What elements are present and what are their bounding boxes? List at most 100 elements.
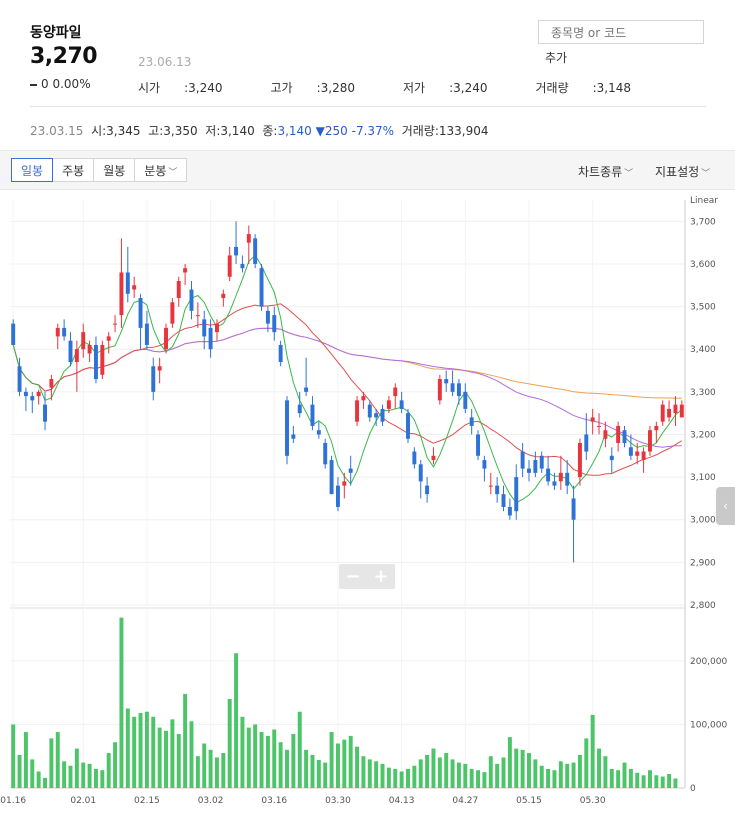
- x-tick-label: 04.13: [389, 796, 415, 806]
- period-tabs: 일봉 주봉 월봉 분봉 ﹀: [11, 158, 188, 182]
- volume-bar: [667, 774, 672, 788]
- volume-bar: [546, 768, 551, 788]
- candle-body: [584, 434, 589, 452]
- candle-body: [151, 366, 156, 392]
- volume-bar: [412, 765, 417, 788]
- chart-type-menu[interactable]: 차트종류 ﹀: [578, 163, 633, 180]
- stock-search-input[interactable]: [549, 22, 703, 44]
- candle-body: [660, 404, 665, 422]
- candle-body: [49, 379, 54, 388]
- volume-bar: [501, 757, 506, 788]
- candle-body: [571, 498, 576, 520]
- zoom-out-button[interactable]: −: [339, 564, 367, 589]
- volume-bar: [106, 753, 111, 788]
- volume-bar: [234, 653, 239, 788]
- volume-bar: [310, 754, 315, 788]
- volume-bar: [495, 763, 500, 788]
- volume-quote: 거래량:3,148: [535, 81, 632, 95]
- candle-body: [62, 327, 67, 337]
- price-tick-label: 3,200: [690, 430, 716, 440]
- volume-bar: [93, 768, 98, 788]
- volume-bar: [393, 768, 398, 788]
- add-stock-link[interactable]: 추가: [545, 49, 567, 66]
- volume-bar: [520, 749, 525, 788]
- tab-weekly[interactable]: 주봉: [52, 158, 95, 182]
- volume-bar: [17, 754, 22, 788]
- volume-bar: [208, 749, 213, 788]
- candle-body: [227, 255, 232, 277]
- candle-body: [386, 400, 391, 409]
- volume-bar: [425, 754, 430, 788]
- candle-body: [240, 263, 245, 269]
- candle-body: [507, 506, 512, 516]
- volume-bar: [482, 772, 487, 788]
- tab-minute[interactable]: 분봉 ﹀: [134, 158, 188, 182]
- candle-body: [304, 387, 309, 392]
- candle-body: [221, 293, 226, 299]
- price-tick-label: 3,400: [690, 345, 716, 355]
- tab-daily[interactable]: 일봉: [11, 158, 54, 182]
- candle-body: [380, 408, 385, 422]
- volume-bar: [11, 724, 16, 788]
- candle-body: [132, 285, 137, 290]
- scale-label: Linear: [690, 196, 718, 206]
- tab-monthly[interactable]: 월봉: [93, 158, 136, 182]
- candle-body: [11, 323, 16, 345]
- candle-body: [450, 383, 455, 392]
- volume-bar: [43, 777, 47, 788]
- stock-search-box[interactable]: [538, 20, 704, 44]
- candle-body: [259, 268, 264, 307]
- volume-bar: [514, 748, 519, 788]
- volume-bar: [616, 770, 621, 788]
- zoom-in-button[interactable]: +: [367, 564, 395, 589]
- volume-bar: [119, 617, 124, 788]
- candle-body: [291, 434, 296, 439]
- x-tick-label: 03.30: [325, 796, 351, 806]
- hover-candle-info: 23.03.15 시:3,345 고:3,350 저:3,140 종:3,140…: [30, 124, 489, 138]
- candle-body: [310, 404, 315, 426]
- volume-bar: [673, 778, 678, 788]
- volume-bar: [431, 748, 436, 788]
- x-tick-label: 03.02: [198, 796, 224, 806]
- volume-bar: [488, 756, 493, 788]
- volume-bar: [609, 768, 614, 788]
- volume-bar: [571, 762, 576, 788]
- candle-body: [183, 268, 188, 273]
- volume-bar: [151, 716, 156, 788]
- x-tick-label: 02.15: [134, 796, 160, 806]
- volume-bar: [221, 753, 226, 788]
- candle-body: [622, 430, 627, 443]
- price-tick-label: 3,300: [690, 388, 716, 398]
- volume-bar: [240, 716, 245, 788]
- candle-body: [93, 344, 98, 380]
- candle-body: [361, 396, 366, 401]
- candle-body: [590, 417, 595, 422]
- candle-body: [533, 460, 538, 473]
- candle-body: [144, 323, 149, 345]
- candle-body: [431, 455, 436, 461]
- volume-bar: [533, 759, 538, 788]
- stock-chart[interactable]: 2,800 2,900 3,000 3,100 3,200 3,300 3,400 3,500…: [0, 190, 735, 814]
- candle-body: [278, 344, 283, 362]
- volume-bar: [361, 756, 366, 788]
- volume-bar: [648, 770, 652, 788]
- volume-bar: [507, 737, 512, 788]
- candle-body: [367, 404, 372, 418]
- candle-body: [17, 366, 22, 392]
- candle-body: [437, 379, 442, 401]
- candle-body: [214, 323, 219, 333]
- volume-bar: [125, 708, 130, 788]
- volume-bar: [399, 771, 404, 788]
- candle-body: [297, 404, 302, 414]
- candle-body: [164, 327, 168, 350]
- indicator-settings-menu[interactable]: 지표설정 ﹀: [655, 163, 710, 180]
- volume-bar: [527, 753, 531, 788]
- volume-bar: [23, 732, 28, 788]
- volume-bar: [335, 743, 340, 788]
- stock-name: 동양파일: [30, 25, 82, 41]
- candle-body: [628, 447, 633, 456]
- candle-body: [641, 451, 646, 461]
- candle-body: [68, 340, 73, 362]
- price-tick-label: 3,000: [690, 516, 716, 526]
- side-panel-toggle[interactable]: ‹: [716, 487, 735, 525]
